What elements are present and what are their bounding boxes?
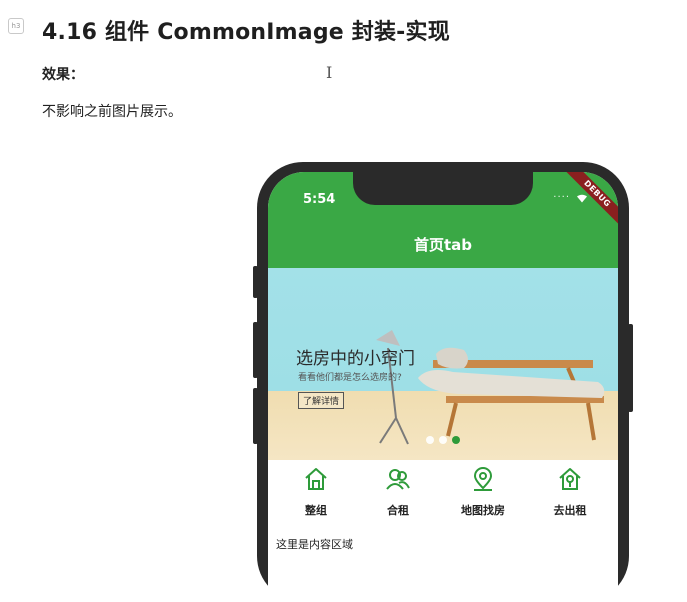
pagination-dot[interactable] bbox=[426, 436, 434, 444]
swiper-banner[interactable]: 选房中的小窍门 看看他们都是怎么选房的? 了解详情 bbox=[268, 268, 618, 460]
people-icon bbox=[386, 469, 410, 490]
nav-item-rent-out[interactable]: 去出租 bbox=[535, 466, 605, 518]
heading-level-badge: h3 bbox=[8, 18, 24, 34]
nav-item-map-search[interactable]: 地图找房 bbox=[448, 466, 518, 518]
wifi-icon bbox=[577, 194, 587, 202]
effect-label: 效果： bbox=[42, 67, 84, 83]
house-key-icon bbox=[559, 468, 581, 490]
phone-side-button bbox=[253, 266, 258, 298]
map-pin-icon bbox=[473, 467, 493, 491]
phone-side-button bbox=[253, 388, 258, 444]
app-bar-title: 首页tab bbox=[413, 236, 473, 254]
phone-side-button bbox=[253, 322, 258, 378]
banner-pagination bbox=[426, 436, 460, 444]
document-heading: 4.16 组件 CommonImage 封装-实现 bbox=[42, 20, 450, 45]
nav-label: 地图找房 bbox=[461, 504, 505, 517]
status-time: 5:54 bbox=[303, 192, 336, 207]
nav-item-shared-rent[interactable]: 合租 bbox=[363, 466, 433, 518]
status-icons: ···· bbox=[553, 192, 588, 203]
pagination-dot[interactable] bbox=[439, 436, 447, 444]
description-text: 不影响之前图片展示。 bbox=[42, 104, 182, 120]
nav-label: 去出租 bbox=[553, 504, 587, 517]
learn-more-button[interactable]: 了解详情 bbox=[298, 392, 345, 409]
phone-side-button bbox=[628, 324, 633, 412]
phone-screen: 5:54 ···· DEBUG 首页tab 选房中的小窍门 看看他们都是怎么选房… bbox=[268, 172, 618, 602]
phone-mockup: 5:54 ···· DEBUG 首页tab 选房中的小窍门 看看他们都是怎么选房… bbox=[253, 162, 633, 602]
text-cursor-icon: I bbox=[326, 63, 333, 82]
banner-title: 选房中的小窍门 bbox=[296, 349, 415, 369]
house-icon bbox=[305, 468, 327, 490]
content-area-text: 这里是内容区域 bbox=[276, 538, 353, 551]
phone-notch bbox=[353, 172, 533, 205]
pagination-dot-active[interactable] bbox=[452, 436, 460, 444]
category-nav: 整组 合租 地图找房 去出租 bbox=[268, 466, 618, 526]
signal-dots-icon: ···· bbox=[553, 192, 570, 203]
nav-label: 合租 bbox=[387, 504, 409, 517]
banner-subtitle: 看看他们都是怎么选房的? bbox=[298, 373, 402, 383]
nav-label: 整组 bbox=[305, 504, 327, 517]
nav-item-whole-rent[interactable]: 整组 bbox=[281, 466, 351, 518]
